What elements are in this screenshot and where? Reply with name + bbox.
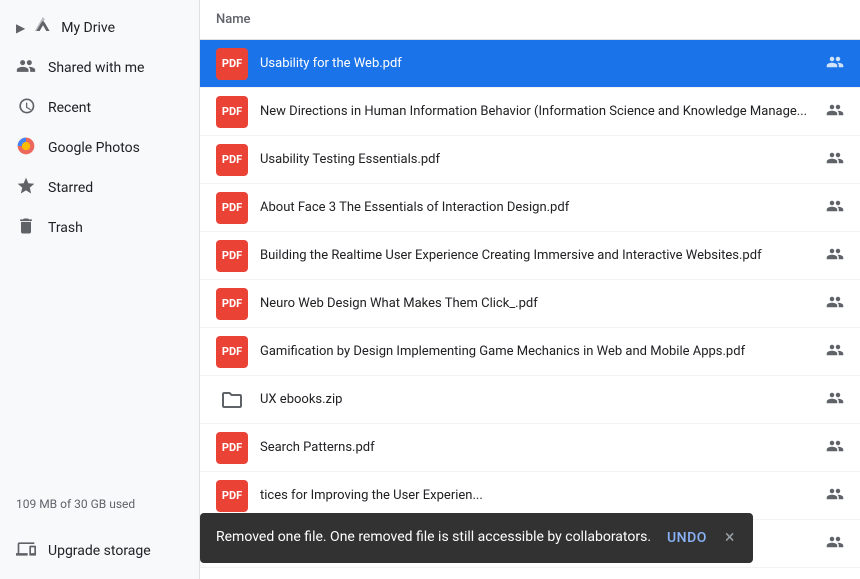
pdf-icon: PDF (216, 480, 248, 512)
chevron-icon: ▶ (16, 21, 25, 35)
pdf-icon: PDF (216, 432, 248, 464)
sidebar-item-starred[interactable]: Starred (0, 168, 187, 208)
file-row[interactable]: UX ebooks.zip (200, 376, 860, 424)
file-row[interactable]: PDF Usability Testing Essentials.pdf (200, 136, 860, 184)
upgrade-icon (16, 539, 36, 563)
filename: Neuro Web Design What Makes Them Click_.… (260, 296, 814, 311)
share-icon (826, 389, 844, 411)
filename: New Directions in Human Information Beha… (260, 104, 814, 119)
share-icon (826, 485, 844, 507)
star-icon (16, 176, 36, 200)
filename: UX ebooks.zip (260, 392, 814, 407)
storage-section: 109 MB of 30 GB used (0, 485, 199, 531)
trash-icon (16, 216, 36, 240)
filename: About Face 3 The Essentials of Interacti… (260, 200, 814, 215)
pdf-icon: PDF (216, 48, 248, 80)
share-icon (826, 53, 844, 75)
name-column-header: Name (216, 12, 251, 27)
share-icon (826, 437, 844, 459)
sidebar-item-label: Starred (48, 180, 93, 196)
pdf-icon: PDF (216, 240, 248, 272)
main-content: Name PDF Usability for the Web.pdf PDF New… (200, 0, 860, 579)
drive-icon (33, 16, 53, 40)
sidebar: ▶ My Drive Shared with me Recent Google … (0, 0, 200, 579)
people-icon (16, 56, 36, 80)
sidebar-item-recent[interactable]: Recent (0, 88, 187, 128)
pdf-icon: PDF (216, 336, 248, 368)
toast-message: Removed one file. One removed file is st… (216, 528, 651, 548)
toast-notification: Removed one file. One removed file is st… (200, 513, 753, 563)
sidebar-item-trash[interactable]: Trash (0, 208, 187, 248)
upgrade-storage-button[interactable]: Upgrade storage (0, 531, 199, 571)
filename: tices for Improving the User Experien... (260, 488, 814, 503)
filename: Search Patterns.pdf (260, 440, 814, 455)
file-list-header: Name (200, 0, 860, 40)
share-icon (826, 533, 844, 555)
file-row[interactable]: PDF Usability for the Web.pdf (200, 40, 860, 88)
share-icon (826, 101, 844, 123)
share-icon (826, 149, 844, 171)
sidebar-item-my-drive[interactable]: ▶ My Drive (0, 8, 187, 48)
sidebar-item-label: Recent (48, 100, 91, 116)
file-row[interactable]: PDF Building the Realtime User Experience… (200, 232, 860, 280)
filename: Usability Testing Essentials.pdf (260, 152, 814, 167)
share-icon (826, 341, 844, 363)
upgrade-label: Upgrade storage (48, 543, 151, 559)
share-icon (826, 293, 844, 315)
filename: Usability for the Web.pdf (260, 56, 814, 71)
file-list: PDF Usability for the Web.pdf PDF New Dire… (200, 40, 860, 579)
filename: Building the Realtime User Experience Cr… (260, 248, 814, 263)
pdf-icon: PDF (216, 144, 248, 176)
file-row[interactable]: PDF Search Patterns.pdf (200, 424, 860, 472)
pdf-icon: PDF (216, 96, 248, 128)
pdf-icon: PDF (216, 192, 248, 224)
sidebar-item-label: Trash (48, 220, 83, 236)
sidebar-item-photos[interactable]: Google Photos (0, 128, 187, 168)
clock-icon (16, 96, 36, 120)
zip-icon (216, 384, 248, 416)
sidebar-item-label: Shared with me (48, 60, 144, 76)
sidebar-item-shared[interactable]: Shared with me (0, 48, 187, 88)
file-row[interactable]: PDF About Face 3 The Essentials of Intera… (200, 184, 860, 232)
sidebar-item-label: My Drive (61, 20, 115, 36)
storage-text: 109 MB of 30 GB used (16, 497, 183, 511)
file-row[interactable]: PDF New Directions in Human Information B… (200, 88, 860, 136)
sidebar-item-label: Google Photos (48, 140, 140, 156)
file-row[interactable]: PDF Gamification by Design Implementing G… (200, 328, 860, 376)
undo-button[interactable]: UNDO (667, 530, 707, 546)
share-icon (826, 245, 844, 267)
filename: Gamification by Design Implementing Game… (260, 344, 814, 359)
pdf-icon: PDF (216, 288, 248, 320)
share-icon (826, 197, 844, 219)
photos-icon (16, 136, 36, 160)
close-icon[interactable]: × (723, 527, 737, 549)
file-row[interactable]: PDF Neuro Web Design What Makes Them Clic… (200, 280, 860, 328)
